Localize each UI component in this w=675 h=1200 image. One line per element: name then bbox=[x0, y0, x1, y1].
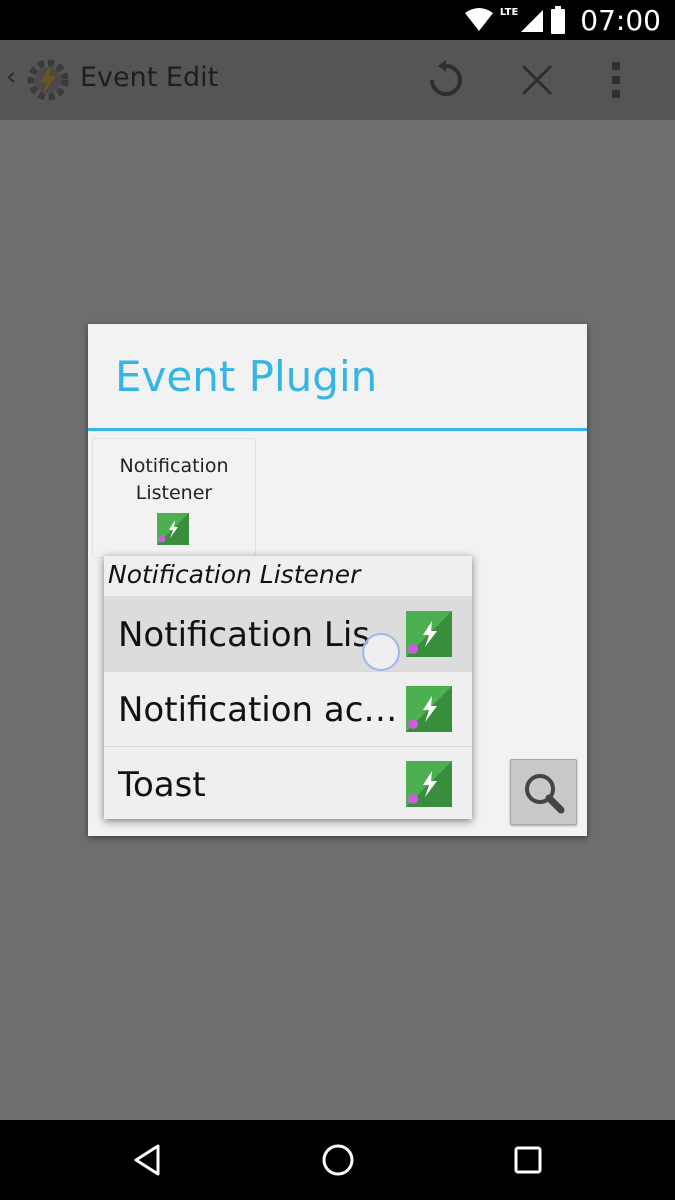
wifi-icon bbox=[464, 8, 493, 31]
popup-item-label: Toast bbox=[118, 765, 206, 805]
back-chevron-icon[interactable]: ‹ bbox=[6, 62, 16, 92]
network-type-label: LTE bbox=[499, 6, 519, 18]
dialog-divider bbox=[88, 428, 587, 431]
plugin-tile-notification-listener[interactable]: Notification Listener bbox=[92, 438, 256, 558]
plugin-icon bbox=[406, 611, 452, 657]
close-icon[interactable] bbox=[515, 58, 559, 102]
plugin-tile-label: Notification Listener bbox=[119, 455, 229, 504]
status-time: 07:00 bbox=[580, 3, 661, 37]
nav-recents-icon[interactable] bbox=[508, 1140, 548, 1180]
nav-home-icon[interactable] bbox=[318, 1140, 358, 1180]
popup-item-notification-action[interactable]: Notification ac… bbox=[104, 671, 472, 746]
app-bar-title: Event Edit bbox=[80, 62, 219, 93]
touch-ripple bbox=[362, 633, 400, 671]
plugin-icon bbox=[157, 513, 189, 545]
reset-icon[interactable] bbox=[424, 58, 468, 102]
overflow-menu-icon[interactable] bbox=[608, 58, 652, 102]
battery-icon bbox=[551, 6, 566, 34]
search-button[interactable] bbox=[510, 759, 577, 825]
popup-header: Notification Listener bbox=[108, 560, 361, 589]
app-bar: ‹ Event Edit bbox=[0, 40, 675, 120]
nav-back-icon[interactable] bbox=[128, 1140, 168, 1180]
system-nav-bar bbox=[0, 1120, 675, 1200]
dialog-title: Event Plugin bbox=[115, 352, 378, 401]
popup-item-toast[interactable]: Toast bbox=[104, 746, 472, 821]
plugin-icon bbox=[406, 686, 452, 732]
status-bar: LTE 07:00 bbox=[0, 0, 675, 40]
plugin-icon bbox=[406, 761, 452, 807]
popup-item-label: Notification ac… bbox=[118, 690, 398, 730]
search-icon bbox=[525, 774, 565, 814]
tasker-logo-icon[interactable] bbox=[22, 54, 74, 106]
popup-item-notification-listener[interactable]: Notification Lis bbox=[104, 596, 472, 671]
plugin-popup-menu: Notification Listener Notification Lis N… bbox=[104, 556, 472, 819]
popup-item-label: Notification Lis bbox=[118, 615, 370, 655]
cell-signal-icon bbox=[521, 10, 544, 32]
status-icons: LTE 07:00 bbox=[464, 3, 661, 37]
